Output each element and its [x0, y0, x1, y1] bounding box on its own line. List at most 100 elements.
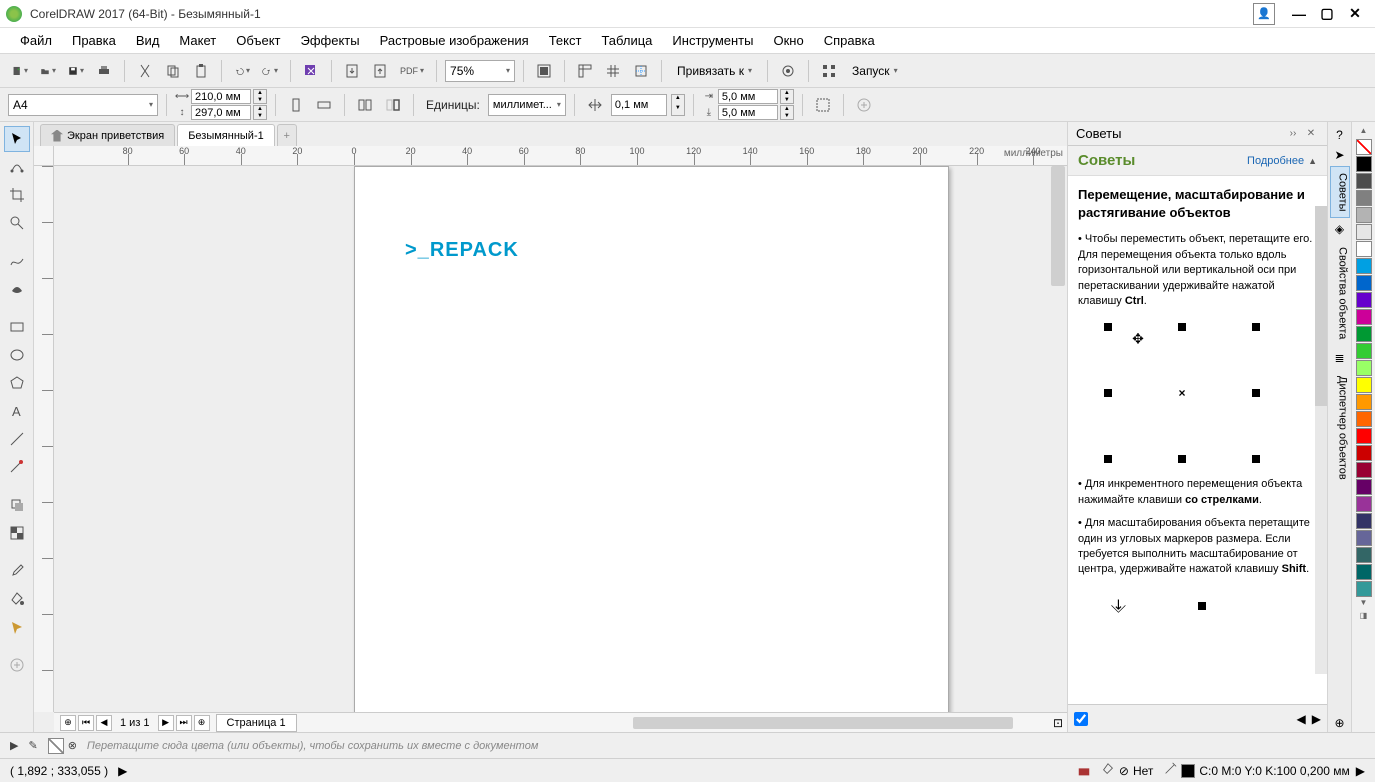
shape-tool[interactable] — [4, 154, 30, 180]
color-swatch[interactable] — [1356, 190, 1372, 206]
menu-layout[interactable]: Макет — [169, 29, 226, 52]
pick-tool[interactable] — [4, 126, 30, 152]
docker-customize-icon[interactable]: ⊕ — [1331, 714, 1349, 732]
tray-pen-icon[interactable]: ✎ — [28, 739, 37, 752]
page-add-button[interactable]: ⊕ — [60, 715, 76, 731]
help-icon[interactable]: ? — [1331, 126, 1349, 144]
color-swatch[interactable] — [1356, 241, 1372, 257]
interactive-fill-tool[interactable] — [4, 586, 30, 612]
minimize-button[interactable]: — — [1285, 0, 1313, 28]
page-next-button[interactable]: ▶ — [158, 715, 174, 731]
color-swatch[interactable] — [1356, 224, 1372, 240]
show-guidelines-button[interactable] — [629, 59, 653, 83]
color-swatch[interactable] — [1356, 394, 1372, 410]
toolbox-customize-icon[interactable] — [4, 652, 30, 678]
color-swatch[interactable] — [1356, 445, 1372, 461]
vertical-ruler[interactable] — [34, 166, 54, 712]
crop-tool[interactable] — [4, 182, 30, 208]
color-swatch[interactable] — [1356, 343, 1372, 359]
drawing-canvas[interactable]: >_REPACK — [54, 166, 1067, 712]
import-button[interactable] — [340, 59, 364, 83]
redo-button[interactable] — [258, 59, 282, 83]
options-button[interactable] — [776, 59, 800, 83]
objprops-icon[interactable]: ◈ — [1331, 220, 1349, 238]
menu-table[interactable]: Таблица — [591, 29, 662, 52]
horizontal-scrollbar[interactable] — [633, 717, 1013, 729]
page-height-spinner[interactable]: ▲▼ — [253, 105, 267, 120]
menu-edit[interactable]: Правка — [62, 29, 126, 52]
ruler-corner[interactable] — [34, 146, 54, 166]
menu-window[interactable]: Окно — [763, 29, 813, 52]
tab-object-manager[interactable]: Диспетчер объектов — [1330, 369, 1350, 487]
docker-back-icon[interactable]: ◀ — [1297, 712, 1306, 726]
color-swatch[interactable] — [1356, 496, 1372, 512]
print-button[interactable] — [92, 59, 116, 83]
table-tool[interactable] — [4, 426, 30, 452]
docker-autoshow-checkbox[interactable] — [1074, 712, 1088, 726]
text-tool[interactable]: A — [4, 398, 30, 424]
navigator-icon[interactable]: ⊡ — [1053, 716, 1063, 730]
page-prev-button[interactable]: ◀ — [96, 715, 112, 731]
menu-file[interactable]: Файл — [10, 29, 62, 52]
color-swatch[interactable] — [1356, 326, 1372, 342]
tray-expand-icon[interactable]: ▶ — [10, 739, 18, 752]
page-width-input[interactable] — [191, 89, 251, 104]
rectangle-tool[interactable] — [4, 314, 30, 340]
dup-x-input[interactable] — [718, 89, 778, 104]
tab-welcome[interactable]: Экран приветствия — [40, 124, 175, 146]
tab-add[interactable]: + — [277, 124, 297, 146]
eyedropper-tool[interactable] — [4, 558, 30, 584]
show-rulers-button[interactable] — [573, 59, 597, 83]
snap-to-dropdown[interactable]: Привязать к — [670, 59, 759, 83]
page-tab-1[interactable]: Страница 1 — [216, 714, 297, 732]
color-swatch[interactable] — [1356, 479, 1372, 495]
tray-clear-icon[interactable]: ⊗ — [68, 739, 77, 752]
status-next2-icon[interactable]: ▶ — [1356, 764, 1365, 778]
palette-up-icon[interactable]: ▲ — [1356, 126, 1372, 138]
landscape-button[interactable] — [312, 93, 336, 117]
open-button[interactable] — [36, 59, 60, 83]
treat-as-filled-button[interactable] — [811, 93, 835, 117]
tab-document[interactable]: Безымянный-1 — [177, 124, 275, 146]
color-swatch[interactable] — [1356, 428, 1372, 444]
layers-icon[interactable]: ≣ — [1331, 349, 1349, 367]
drop-shadow-tool[interactable] — [4, 492, 30, 518]
page-add-after-button[interactable]: ⊕ — [194, 715, 210, 731]
menu-bitmap[interactable]: Растровые изображения — [370, 29, 539, 52]
menu-text[interactable]: Текст — [539, 29, 592, 52]
all-pages-button[interactable] — [353, 93, 377, 117]
docker-more-link[interactable]: Подробнее — [1247, 155, 1304, 167]
maximize-button[interactable]: ▢ — [1313, 0, 1341, 28]
page-first-button[interactable]: ⏮ — [78, 715, 94, 731]
quick-customize-icon[interactable] — [852, 93, 876, 117]
tab-hints[interactable]: Советы — [1330, 166, 1350, 218]
publish-pdf-button[interactable]: PDF — [396, 59, 428, 83]
app-launcher-icon[interactable] — [817, 59, 841, 83]
color-swatch[interactable] — [1356, 564, 1372, 580]
smart-fill-tool[interactable] — [4, 614, 30, 640]
docker-forward-icon[interactable]: ▶ — [1312, 712, 1321, 726]
page-last-button[interactable]: ⏭ — [176, 715, 192, 731]
vertical-scrollbar[interactable] — [1051, 166, 1065, 286]
palette-menu-icon[interactable]: ◨ — [1356, 611, 1372, 623]
nudge-spinner[interactable]: ▲▼ — [671, 94, 685, 116]
color-proof-icon[interactable] — [1077, 764, 1091, 778]
portrait-button[interactable] — [284, 93, 308, 117]
new-button[interactable]: + — [8, 59, 32, 83]
menu-effects[interactable]: Эффекты — [291, 29, 370, 52]
color-swatch[interactable] — [1356, 547, 1372, 563]
horizontal-ruler[interactable]: миллиметры 80604020020406080100120140160… — [54, 146, 1067, 166]
color-swatch[interactable] — [1356, 411, 1372, 427]
palette-down-icon[interactable]: ▼ — [1356, 598, 1372, 610]
color-swatch[interactable] — [1356, 513, 1372, 529]
menu-tools[interactable]: Инструменты — [662, 29, 763, 52]
fullscreen-preview-button[interactable] — [532, 59, 556, 83]
polygon-tool[interactable] — [4, 370, 30, 396]
outline-color-swatch[interactable] — [1181, 764, 1195, 778]
dup-y-input[interactable] — [718, 105, 778, 120]
dup-x-spinner[interactable]: ▲▼ — [780, 89, 794, 104]
zoom-tool[interactable] — [4, 210, 30, 236]
pointer-icon[interactable]: ➤ — [1331, 146, 1349, 164]
export-button[interactable] — [368, 59, 392, 83]
dup-y-spinner[interactable]: ▲▼ — [780, 105, 794, 120]
